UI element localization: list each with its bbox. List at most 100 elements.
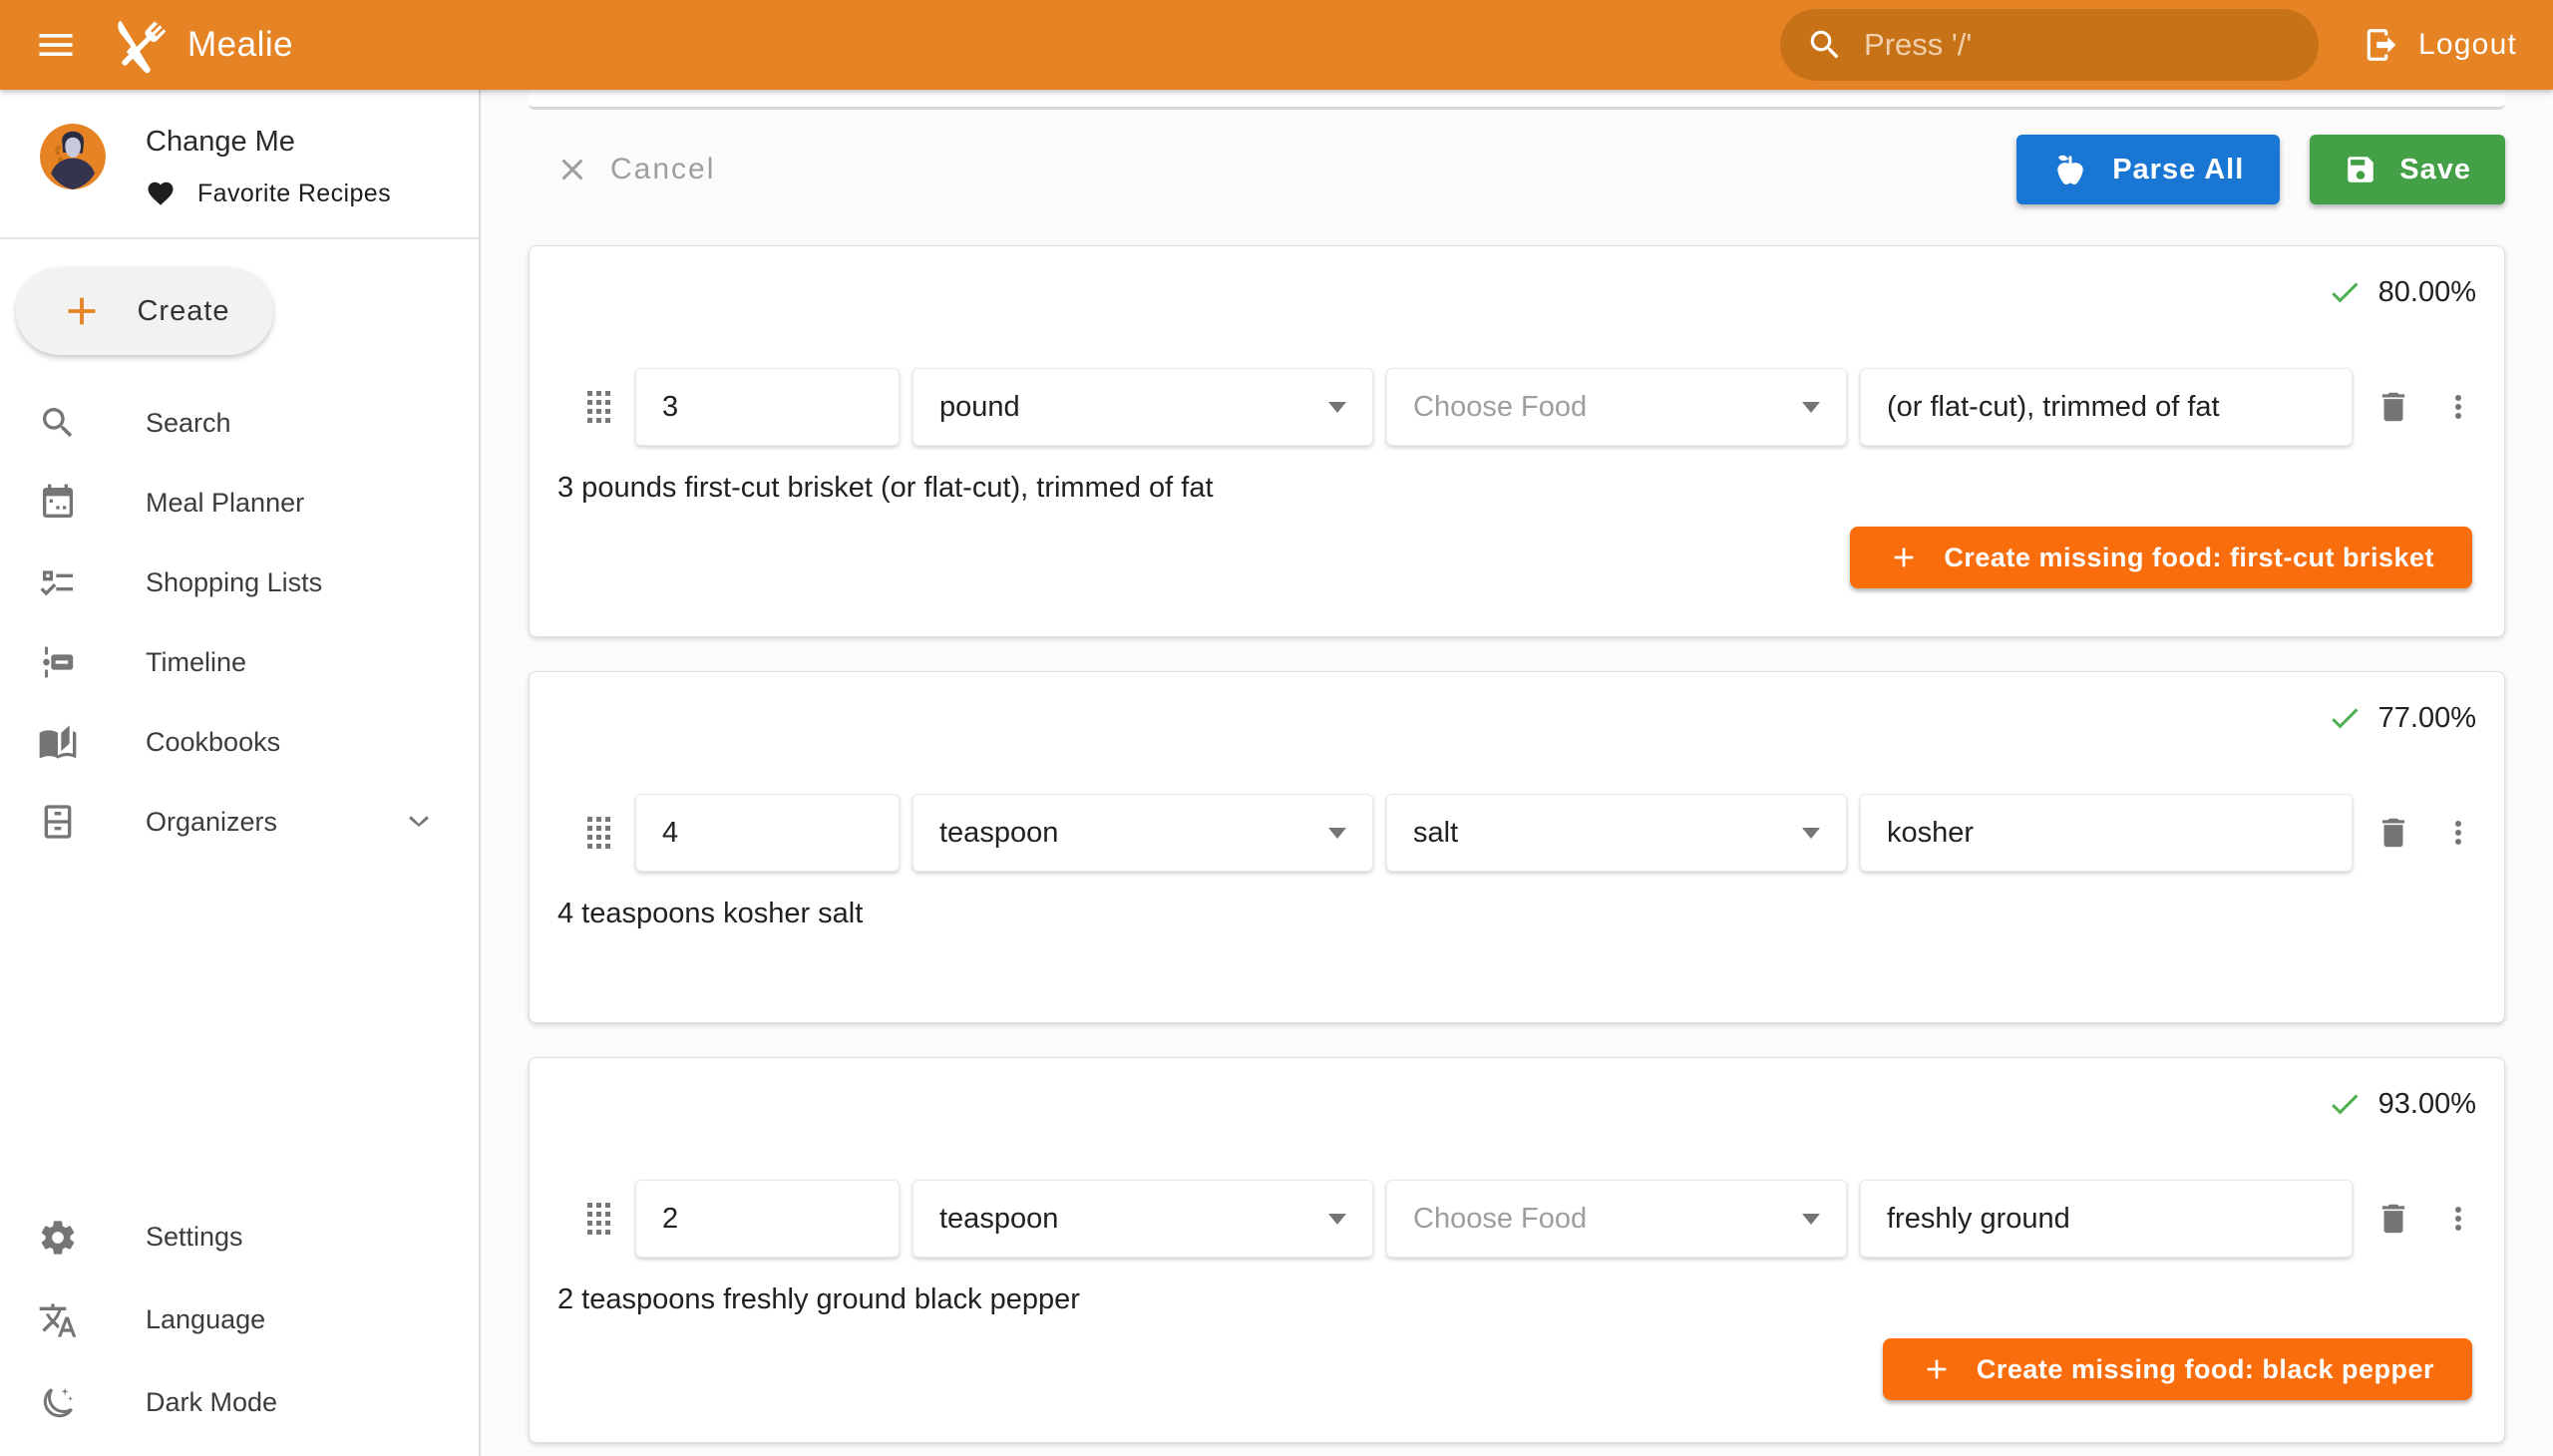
plus-icon	[1888, 542, 1920, 573]
apple-icon	[2052, 152, 2088, 187]
user-block: Change Me Favorite Recipes	[0, 90, 479, 239]
confidence-value: 80.00%	[2378, 276, 2476, 309]
calendar-icon	[38, 483, 78, 523]
sidebar-item-label: Timeline	[146, 647, 246, 678]
food-select[interactable]	[1386, 794, 1847, 872]
quantity-field[interactable]	[635, 794, 900, 872]
confidence-value: 77.00%	[2378, 702, 2476, 735]
trash-icon[interactable]	[2374, 814, 2412, 852]
ingredient-card: 80.00% 3 pounds first-cut brisket (or fl…	[529, 245, 2505, 637]
unit-select[interactable]	[912, 794, 1373, 872]
quantity-input[interactable]	[662, 391, 873, 424]
unit-input[interactable]	[939, 1203, 1316, 1236]
create-missing-food-button[interactable]: Create missing food: first-cut brisket	[1850, 527, 2472, 588]
search-input[interactable]: Press '/'	[1780, 9, 2319, 81]
food-select[interactable]	[1386, 368, 1847, 446]
drag-handle-icon[interactable]	[587, 817, 610, 849]
original-ingredient-text: 3 pounds first-cut brisket (or flat-cut)…	[557, 472, 2476, 505]
original-ingredient-text: 2 teaspoons freshly ground black pepper	[557, 1283, 2476, 1316]
create-button[interactable]: Create	[16, 267, 273, 355]
search-icon	[1806, 26, 1844, 64]
food-input[interactable]	[1413, 817, 1790, 850]
kebab-menu-icon[interactable]	[2440, 1201, 2476, 1237]
sidebar-item-dark-mode[interactable]: Dark Mode	[0, 1361, 479, 1444]
parse-all-label: Parse All	[2112, 154, 2244, 186]
create-missing-food-label: Create missing food: first-cut brisket	[1944, 543, 2434, 573]
sidebar-item-settings[interactable]: Settings	[0, 1196, 479, 1278]
food-select[interactable]	[1386, 1180, 1847, 1258]
sidebar-item-meal-planner[interactable]: Meal Planner	[0, 463, 479, 543]
chevron-down-icon	[399, 802, 439, 842]
create-missing-food-label: Create missing food: black pepper	[1977, 1354, 2434, 1385]
note-field[interactable]	[1860, 368, 2353, 446]
create-missing-food-button[interactable]: Create missing food: black pepper	[1883, 1338, 2472, 1400]
create-label: Create	[137, 295, 229, 328]
quantity-input[interactable]	[662, 1203, 873, 1236]
sidebar-item-label: Organizers	[146, 807, 277, 838]
drag-handle-icon[interactable]	[587, 1203, 610, 1235]
favorites-label: Favorite Recipes	[197, 180, 391, 208]
trash-icon[interactable]	[2374, 1200, 2412, 1238]
note-input[interactable]	[1887, 817, 2326, 850]
ingredient-fields-row	[557, 368, 2476, 446]
sidebar-item-organizers[interactable]: Organizers	[0, 782, 479, 862]
sidebar-item-search[interactable]: Search	[0, 383, 479, 463]
caret-icon	[1802, 828, 1820, 839]
avatar[interactable]	[40, 124, 106, 189]
caret-icon	[1328, 1214, 1346, 1225]
note-field[interactable]	[1860, 794, 2353, 872]
quantity-field[interactable]	[635, 1180, 900, 1258]
kebab-menu-icon[interactable]	[2440, 389, 2476, 425]
app-title: Mealie	[187, 25, 293, 65]
parse-all-button[interactable]: Parse All	[2016, 135, 2280, 204]
check-icon	[2327, 700, 2363, 736]
sidebar-item-timeline[interactable]: Timeline	[0, 622, 479, 702]
sidebar-item-shopping-lists[interactable]: Shopping Lists	[0, 543, 479, 622]
kebab-menu-icon[interactable]	[2440, 815, 2476, 851]
unit-select[interactable]	[912, 368, 1373, 446]
logout-button[interactable]: Logout	[2363, 26, 2517, 64]
plus-icon	[59, 288, 105, 334]
sidebar-item-cookbooks[interactable]: Cookbooks	[0, 702, 479, 782]
app-bar: Mealie Press '/' Logout	[0, 0, 2553, 90]
sidebar-item-language[interactable]: Language	[0, 1278, 479, 1361]
check-icon	[2327, 1086, 2363, 1122]
ingredient-fields-row	[557, 1180, 2476, 1258]
menu-icon	[34, 23, 78, 67]
save-label: Save	[2399, 154, 2471, 186]
food-input[interactable]	[1413, 1203, 1790, 1236]
translate-icon	[38, 1300, 78, 1340]
caret-icon	[1802, 402, 1820, 413]
original-ingredient-text: 4 teaspoons kosher salt	[557, 898, 2476, 930]
menu-button[interactable]	[34, 23, 78, 67]
save-button[interactable]: Save	[2310, 135, 2505, 204]
sidebar-item-label: Shopping Lists	[146, 567, 322, 598]
cancel-button[interactable]: Cancel	[554, 152, 715, 187]
ingredient-card: 93.00% 2 teaspoons freshly ground black …	[529, 1057, 2505, 1443]
unit-input[interactable]	[939, 817, 1316, 850]
cabinet-icon	[38, 802, 78, 842]
search-placeholder: Press '/'	[1864, 27, 1972, 63]
scrolled-card-edge	[529, 90, 2505, 110]
confidence-row: 93.00%	[557, 1058, 2476, 1122]
sidebar-item-label: Settings	[146, 1222, 243, 1253]
close-icon	[554, 152, 590, 187]
unit-select[interactable]	[912, 1180, 1373, 1258]
logout-label: Logout	[2418, 28, 2517, 62]
unit-input[interactable]	[939, 391, 1316, 424]
note-input[interactable]	[1887, 1203, 2326, 1236]
main-content: Cancel Parse All Save 80.00%	[481, 90, 2553, 1456]
quantity-field[interactable]	[635, 368, 900, 446]
moon-icon	[38, 1383, 78, 1423]
favorite-recipes-link[interactable]: Favorite Recipes	[146, 179, 391, 208]
sidebar-item-label: Meal Planner	[146, 488, 304, 519]
drag-handle-icon[interactable]	[587, 391, 610, 423]
food-input[interactable]	[1413, 391, 1790, 424]
quantity-input[interactable]	[662, 817, 873, 850]
confidence-value: 93.00%	[2378, 1088, 2476, 1121]
trash-icon[interactable]	[2374, 388, 2412, 426]
logout-icon	[2363, 26, 2400, 64]
save-icon	[2344, 153, 2377, 186]
note-field[interactable]	[1860, 1180, 2353, 1258]
note-input[interactable]	[1887, 391, 2326, 424]
